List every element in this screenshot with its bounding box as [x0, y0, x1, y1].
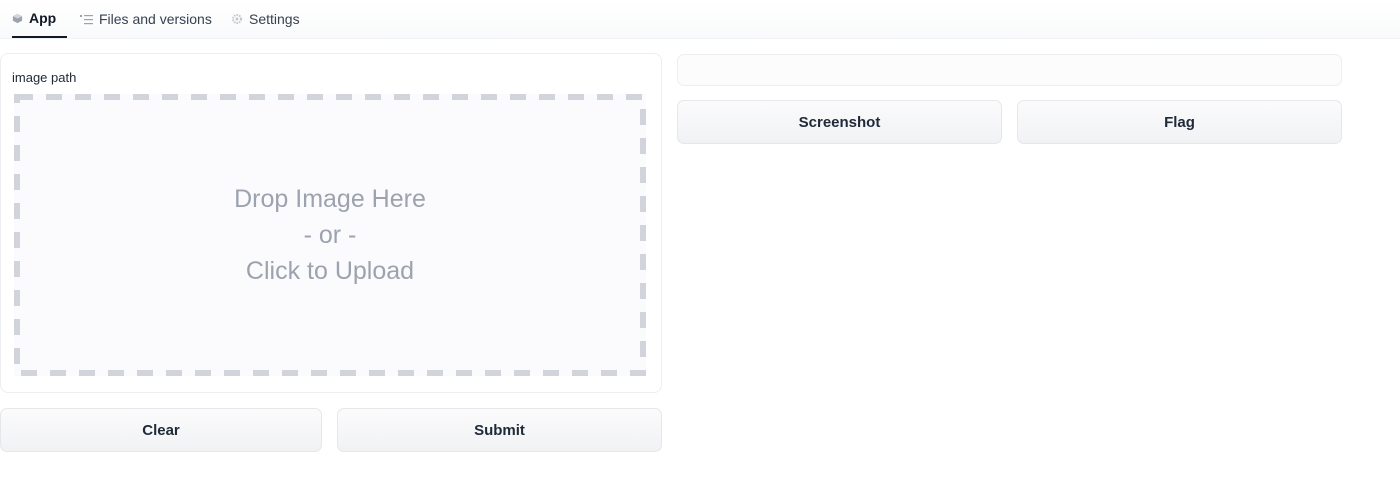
image-drop-zone[interactable]: Drop Image Here - or - Click to Upload [14, 94, 646, 376]
tab-app[interactable]: App [12, 0, 67, 38]
tab-app-label: App [29, 10, 57, 26]
drop-image-text: Drop Image Here [234, 185, 426, 213]
drop-zone-instructions: Drop Image Here - or - Click to Upload [234, 181, 426, 289]
cube-icon [12, 13, 23, 24]
top-tab-bar: App Files and versions Settings [0, 0, 1400, 39]
files-icon [80, 14, 93, 25]
image-input-label: image path [12, 70, 77, 85]
submit-button[interactable]: Submit [337, 408, 662, 452]
gear-icon [231, 13, 243, 25]
screenshot-button[interactable]: Screenshot [677, 100, 1002, 144]
output-textbox[interactable] [677, 54, 1342, 86]
clear-button[interactable]: Clear [0, 408, 322, 452]
tab-files-and-versions[interactable]: Files and versions [80, 0, 212, 38]
tab-settings-label: Settings [249, 11, 300, 27]
flag-button[interactable]: Flag [1017, 100, 1342, 144]
click-to-upload-text: Click to Upload [245, 257, 415, 285]
or-separator-text: - or - [303, 221, 357, 249]
tab-files-label: Files and versions [99, 11, 212, 27]
tab-settings[interactable]: Settings [231, 0, 300, 38]
